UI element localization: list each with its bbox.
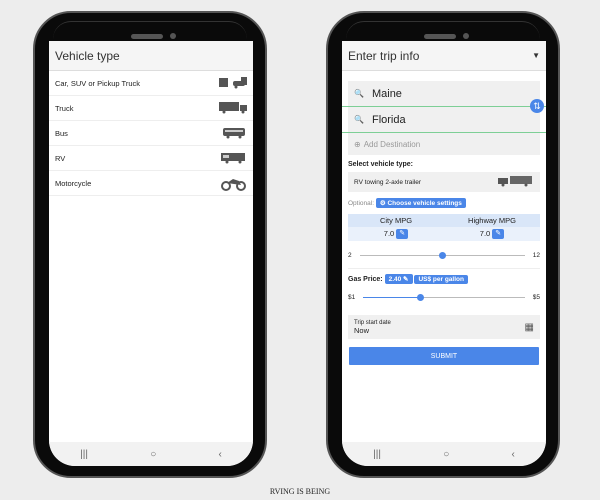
calendar-icon[interactable]: ▦ [525, 322, 534, 333]
search-icon: 🔍 [354, 115, 364, 124]
list-item[interactable]: Car, SUV or Pickup Truck [49, 71, 253, 96]
app-bar[interactable]: Enter trip info ▼ [342, 41, 546, 71]
currency-unit-button[interactable]: US$ per gallon [414, 275, 468, 284]
list-item[interactable]: Bus [49, 121, 253, 146]
trip-date-field[interactable]: Trip start date Now ▦ [348, 315, 540, 339]
page-title: Enter trip info [348, 48, 420, 63]
list-item[interactable]: Motorcycle [49, 171, 253, 196]
speaker [131, 34, 163, 39]
edit-city-mpg-icon[interactable]: ✎ [396, 229, 409, 239]
system-nav-bar: ||| ○ ‹ [342, 442, 546, 466]
camera [170, 33, 176, 39]
app-bar: Vehicle type [49, 41, 253, 71]
vehicle-list: Car, SUV or Pickup Truck Truck Bus RV Mo… [49, 71, 253, 196]
right-phone: Enter trip info ▼ 🔍 Maine ⇅ 🔍 Florida ⊕ Add … [326, 11, 560, 478]
vehicle-settings-button[interactable]: ⚙ Choose vehicle settings [375, 198, 466, 208]
truck-icon [219, 102, 247, 114]
home-button[interactable]: ○ [150, 449, 156, 460]
trip-info-screen: Enter trip info ▼ 🔍 Maine ⇅ 🔍 Florida ⊕ Add … [342, 41, 546, 466]
list-item[interactable]: RV [49, 146, 253, 171]
mpg-table: City MPG Highway MPG 7.0 ✎ 7.0 ✎ [348, 214, 540, 241]
motorcycle-icon [219, 177, 247, 191]
mpg-slider[interactable]: 2 12 [342, 247, 546, 263]
add-destination-button[interactable]: ⊕ Add Destination [348, 133, 540, 155]
back-button[interactable]: ‹ [219, 449, 222, 460]
search-icon: 🔍 [354, 89, 364, 98]
swap-icon[interactable]: ⇅ [530, 99, 544, 113]
vehicle-type-screen: Vehicle type Car, SUV or Pickup Truck Tr… [49, 41, 253, 466]
recent-apps-button[interactable]: ||| [373, 449, 381, 460]
left-phone: Vehicle type Car, SUV or Pickup Truck Tr… [33, 11, 267, 478]
gas-price-slider[interactable]: $1 $5 [342, 289, 546, 305]
gas-price-button[interactable]: 2.40 ✎ [384, 274, 413, 284]
destination-input[interactable]: 🔍 Florida [348, 107, 540, 132]
add-circle-icon: ⊕ [354, 139, 361, 149]
car-icon [219, 77, 247, 89]
submit-button[interactable]: SUBMIT [349, 347, 539, 365]
watermark: RVING IS BEING [269, 487, 331, 496]
page-title: Vehicle type [55, 48, 120, 63]
bus-icon [219, 127, 247, 139]
back-button[interactable]: ‹ [512, 449, 515, 460]
rv-icon [219, 152, 247, 164]
edit-highway-mpg-icon[interactable]: ✎ [492, 229, 505, 239]
home-button[interactable]: ○ [443, 449, 449, 460]
dropdown-icon[interactable]: ▼ [532, 51, 540, 60]
list-item[interactable]: Truck [49, 96, 253, 121]
slider-thumb[interactable] [416, 293, 424, 301]
recent-apps-button[interactable]: ||| [80, 449, 88, 460]
origin-input[interactable]: 🔍 Maine [348, 81, 540, 106]
vehicle-select[interactable]: RV towing 2-axle trailer [348, 172, 540, 192]
select-vehicle-label: Select vehicle type: [348, 161, 413, 168]
camera [463, 33, 469, 39]
system-nav-bar: ||| ○ ‹ [49, 442, 253, 466]
slider-thumb[interactable] [439, 251, 447, 259]
speaker [424, 34, 456, 39]
rv-trailer-icon [498, 175, 534, 189]
